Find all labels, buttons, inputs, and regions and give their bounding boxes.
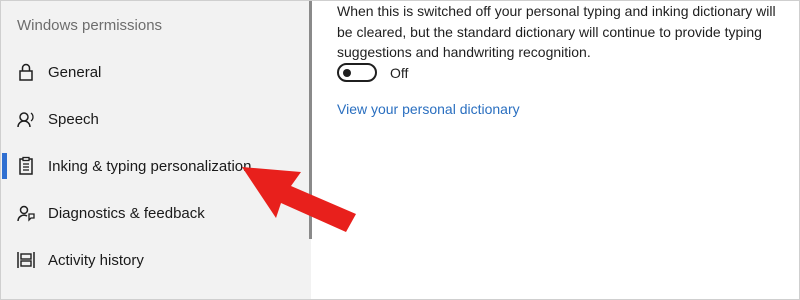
section-title: Windows permissions (17, 17, 163, 34)
sidebar-item-label: Speech (48, 110, 99, 128)
sidebar-item-diagnostics-feedback[interactable]: Diagnostics & feedback (2, 193, 302, 233)
timeline-icon (16, 250, 36, 270)
sidebar-item-speech[interactable]: Speech (2, 99, 302, 139)
view-personal-dictionary-link[interactable]: View your personal dictionary (337, 101, 520, 117)
clipboard-list-icon (16, 156, 36, 176)
sidebar-item-label: Diagnostics & feedback (48, 204, 205, 222)
sidebar: Windows permissions General Speech Inkin… (1, 1, 311, 299)
toggle-knob (343, 68, 351, 77)
sidebar-item-inking-typing[interactable]: Inking & typing personalization (2, 146, 302, 186)
description-text: When this is switched off your personal … (337, 3, 776, 60)
personal-dictionary-toggle[interactable] (337, 63, 377, 82)
speech-icon (16, 109, 36, 129)
main-content: When this is switched off your personal … (312, 1, 799, 299)
sidebar-item-label: Inking & typing personalization (48, 157, 252, 175)
toggle-state-label: Off (390, 65, 409, 81)
sidebar-item-label: Activity history (48, 251, 144, 269)
sidebar-item-activity-history[interactable]: Activity history (2, 240, 302, 280)
lock-icon (16, 62, 36, 82)
sidebar-item-general[interactable]: General (2, 52, 302, 92)
sidebar-item-label: General (48, 63, 102, 81)
person-feedback-icon (16, 203, 36, 223)
